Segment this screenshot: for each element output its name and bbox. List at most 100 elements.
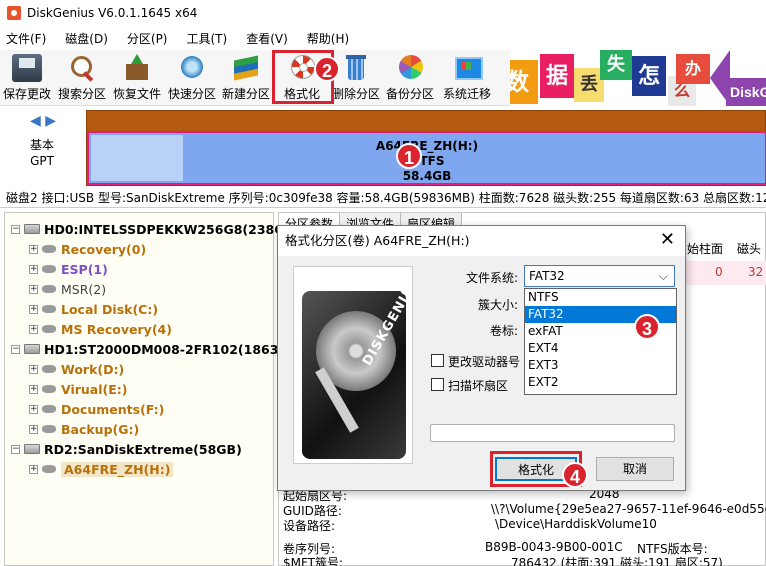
quick-partition-button[interactable]: 快速分区 xyxy=(166,52,218,104)
collapse-icon[interactable]: − xyxy=(11,344,20,354)
scan-bad-sectors-checkbox[interactable] xyxy=(431,378,444,391)
quick-partition-icon xyxy=(177,54,207,82)
scan-bad-sectors-label: 扫描坏扇区 xyxy=(448,379,509,393)
hdd-icon xyxy=(24,224,40,234)
menu-partition[interactable]: 分区(P) xyxy=(121,30,174,47)
collapse-icon[interactable]: − xyxy=(11,224,20,234)
format-dialog: 格式化分区(卷) A64FRE_ZH(H:) ✕ DISKGENIUS 文件系统… xyxy=(277,225,686,491)
recover-files-button[interactable]: 恢复文件 xyxy=(111,52,163,104)
system-migrate-label: 系统迁移 xyxy=(442,87,491,101)
disk-map: ◀ ▶ 基本 GPT A64FRE_ZH(H:) NTFS 58.4GB 1 xyxy=(0,107,766,187)
expand-icon[interactable]: + xyxy=(29,284,38,294)
tree-partition[interactable]: + Backup(G:) xyxy=(29,419,139,439)
expand-icon[interactable]: + xyxy=(29,244,38,254)
dialog-title-bar: 格式化分区(卷) A64FRE_ZH(H:) ✕ xyxy=(278,226,685,256)
backup-icon xyxy=(395,54,425,82)
menu-help[interactable]: 帮助(H) xyxy=(301,30,355,47)
banner-char-5: 怎 xyxy=(632,56,666,96)
window-title: DiskGenius V6.0.1.1645 x64 xyxy=(27,6,198,20)
recover-icon xyxy=(122,54,152,82)
expand-icon[interactable]: + xyxy=(29,364,38,374)
detail-label: $MFT簇号: xyxy=(283,556,344,566)
fs-option-ext4[interactable]: EXT4 xyxy=(525,340,676,357)
hdd-icon xyxy=(24,444,40,454)
expand-icon[interactable]: + xyxy=(29,384,38,394)
detail-value: \Device\HarddiskVolume10 xyxy=(495,517,657,531)
trash-icon xyxy=(341,54,371,82)
tree-partition[interactable]: + MSR(2) xyxy=(29,279,106,299)
partition-icon xyxy=(42,385,56,393)
partition-size: 58.4GB xyxy=(402,169,452,183)
disk-nav-arrows[interactable]: ◀ ▶ xyxy=(30,113,56,129)
disk-partition-style: GPT xyxy=(30,154,54,168)
detail-value: B89B-0043-9B00-001C xyxy=(485,540,623,554)
tree-partition-selected[interactable]: + A64FRE_ZH(H:) xyxy=(29,459,174,479)
new-partition-button[interactable]: 新建分区 xyxy=(220,52,272,104)
detail-mft-cluster: $MFT簇号: 786432 (柱面:391 磁头:191 扇区:57) xyxy=(283,554,723,566)
detail-label: 起始扇区号: xyxy=(283,489,348,503)
menu-bar: 文件(F) 磁盘(D) 分区(P) 工具(T) 查看(V) 帮助(H) xyxy=(0,27,766,49)
menu-file[interactable]: 文件(F) xyxy=(0,30,52,47)
tree-partition[interactable]: + Work(D:) xyxy=(29,359,124,379)
system-migrate-button[interactable]: 系统迁移 xyxy=(440,52,494,104)
partition-icon xyxy=(42,425,56,433)
menu-disk[interactable]: 磁盘(D) xyxy=(59,30,114,47)
expand-icon[interactable]: + xyxy=(29,424,38,434)
partition-name: Virual(E:) xyxy=(61,381,128,397)
expand-icon[interactable]: + xyxy=(29,304,38,314)
disk-name: HD0:INTELSSDPEKKW256G8(238GB) xyxy=(44,221,300,237)
fs-dropdown-list[interactable]: NTFS FAT32 exFAT EXT4 EXT3 EXT2 xyxy=(524,288,677,395)
save-changes-button[interactable]: 保存更改 xyxy=(2,52,52,104)
banner-brand: DiskG xyxy=(726,78,766,106)
fs-option-ext2[interactable]: EXT2 xyxy=(525,374,676,391)
cluster-size-label: 簇大小: xyxy=(478,298,519,312)
promo-banner[interactable]: 数 据 丢 失 怎 么 办 DiskG xyxy=(510,50,766,106)
collapse-icon[interactable]: − xyxy=(11,444,20,454)
tree-disk-hd0[interactable]: − HD0:INTELSSDPEKKW256G8(238GB) xyxy=(11,219,300,239)
banner-char-1: 数 xyxy=(510,60,538,104)
menu-tools[interactable]: 工具(T) xyxy=(181,30,234,47)
partition-name: Local Disk(C:) xyxy=(61,301,159,317)
tree-partition[interactable]: + Virual(E:) xyxy=(29,379,128,399)
partition-name: MSR(2) xyxy=(61,281,107,297)
fs-label: 文件系统: xyxy=(466,271,519,285)
expand-icon[interactable]: + xyxy=(29,264,38,274)
close-icon[interactable]: ✕ xyxy=(660,230,675,250)
partition-name: ESP(1) xyxy=(61,261,108,277)
quick-partition-label: 快速分区 xyxy=(167,87,216,101)
expand-icon[interactable]: + xyxy=(29,464,38,474)
partition-icon xyxy=(42,285,56,293)
step-2-badge: 2 xyxy=(314,56,340,82)
tree-partition[interactable]: + ESP(1) xyxy=(29,259,108,279)
partition-icon xyxy=(42,265,56,273)
tree-disk-rd2[interactable]: − RD2:SanDiskExtreme(58GB) xyxy=(11,439,242,459)
expand-icon[interactable]: + xyxy=(29,324,38,334)
change-drive-letter-checkbox[interactable] xyxy=(431,354,444,367)
banner-char-2: 据 xyxy=(540,54,574,98)
tree-disk-hd1[interactable]: − HD1:ST2000DM008-2FR102(1863GB) xyxy=(11,339,304,359)
fs-option-ext3[interactable]: EXT3 xyxy=(525,357,676,374)
cancel-button[interactable]: 取消 xyxy=(596,457,674,481)
partition-block[interactable]: A64FRE_ZH(H:) NTFS 58.4GB xyxy=(87,131,766,185)
disk-type: 基本 GPT xyxy=(22,137,62,169)
menu-view[interactable]: 查看(V) xyxy=(240,30,294,47)
backup-partition-label: 备份分区 xyxy=(385,87,434,101)
search-partition-button[interactable]: 搜索分区 xyxy=(56,52,108,104)
expand-icon[interactable]: + xyxy=(29,404,38,414)
backup-partition-button[interactable]: 备份分区 xyxy=(384,52,436,104)
hdd-icon xyxy=(24,344,40,354)
tree-partition[interactable]: + Local Disk(C:) xyxy=(29,299,158,319)
migrate-icon xyxy=(452,54,483,82)
tree-partition[interactable]: + Documents(F:) xyxy=(29,399,164,419)
column-head: 磁头 xyxy=(737,242,762,256)
fs-select[interactable]: FAT32 ⌵ xyxy=(524,265,675,287)
partition-bar[interactable]: A64FRE_ZH(H:) NTFS 58.4GB xyxy=(86,110,766,186)
tree-partition[interactable]: + MS Recovery(4) xyxy=(29,319,172,339)
partition-name: Recovery(0) xyxy=(61,241,147,257)
search-partition-label: 搜索分区 xyxy=(57,87,106,101)
fs-option-ntfs[interactable]: NTFS xyxy=(525,289,676,306)
tree-partition[interactable]: + Recovery(0) xyxy=(29,239,146,259)
delete-partition-button[interactable]: 删除分区 xyxy=(330,52,382,104)
chevron-down-icon: ⌵ xyxy=(658,269,668,283)
fs-select-value: FAT32 xyxy=(529,269,565,283)
